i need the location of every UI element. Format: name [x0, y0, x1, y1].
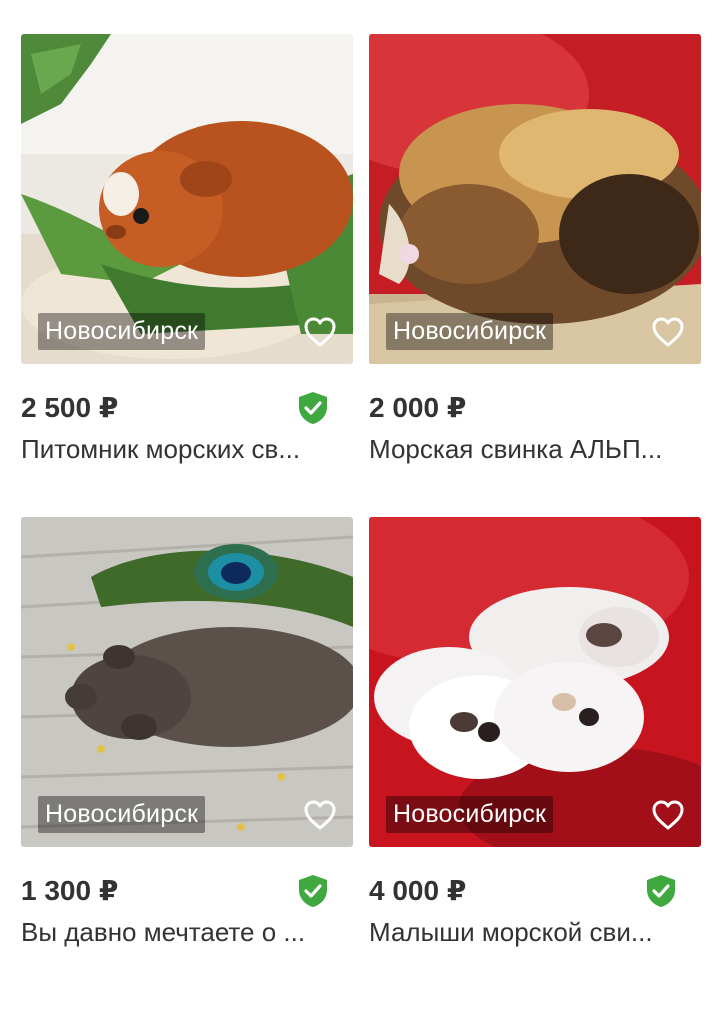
listing-card[interactable]: Новосибирск 4 000 ₽ Малыши морской сви..…	[369, 517, 701, 948]
listing-price: 4 000 ₽	[369, 875, 467, 906]
listing-card[interactable]: Новосибирск 1 300 ₽ Вы давно мечтаете о …	[21, 517, 353, 948]
favorite-button[interactable]	[651, 799, 685, 831]
favorite-button[interactable]	[303, 799, 337, 831]
favorite-button[interactable]	[303, 316, 337, 348]
listing-photo[interactable]: Новосибирск	[369, 517, 701, 847]
listing-card[interactable]: Новосибирск 2 000 ₽ Морская свинка АЛЬП.…	[369, 34, 701, 465]
listing-city: Новосибирск	[386, 313, 554, 350]
verified-shield-icon	[297, 874, 329, 908]
listing-city: Новосибирск	[38, 313, 206, 350]
listing-title[interactable]: Вы давно мечтаете о ...	[21, 916, 343, 948]
heart-outline-icon	[304, 800, 336, 830]
listing-title[interactable]: Питомник морских св...	[21, 433, 343, 465]
verified-shield-icon	[645, 874, 677, 908]
listing-city: Новосибирск	[386, 796, 554, 833]
listing-price: 1 300 ₽	[21, 875, 119, 906]
listing-card[interactable]: Новосибирск 2 500 ₽ Питомник морских св.…	[21, 34, 353, 465]
listing-price: 2 000 ₽	[369, 392, 467, 423]
listing-city: Новосибирск	[38, 796, 206, 833]
heart-outline-icon	[304, 317, 336, 347]
heart-outline-icon	[652, 800, 684, 830]
listing-photo[interactable]: Новосибирск	[21, 34, 353, 364]
listing-photo[interactable]: Новосибирск	[369, 34, 701, 364]
heart-outline-icon	[652, 317, 684, 347]
listing-price: 2 500 ₽	[21, 392, 119, 423]
favorite-button[interactable]	[651, 316, 685, 348]
listing-title[interactable]: Морская свинка АЛЬП...	[369, 433, 691, 465]
verified-shield-icon	[297, 391, 329, 425]
listing-photo[interactable]: Новосибирск	[21, 517, 353, 847]
listing-title[interactable]: Малыши морской сви...	[369, 916, 691, 948]
